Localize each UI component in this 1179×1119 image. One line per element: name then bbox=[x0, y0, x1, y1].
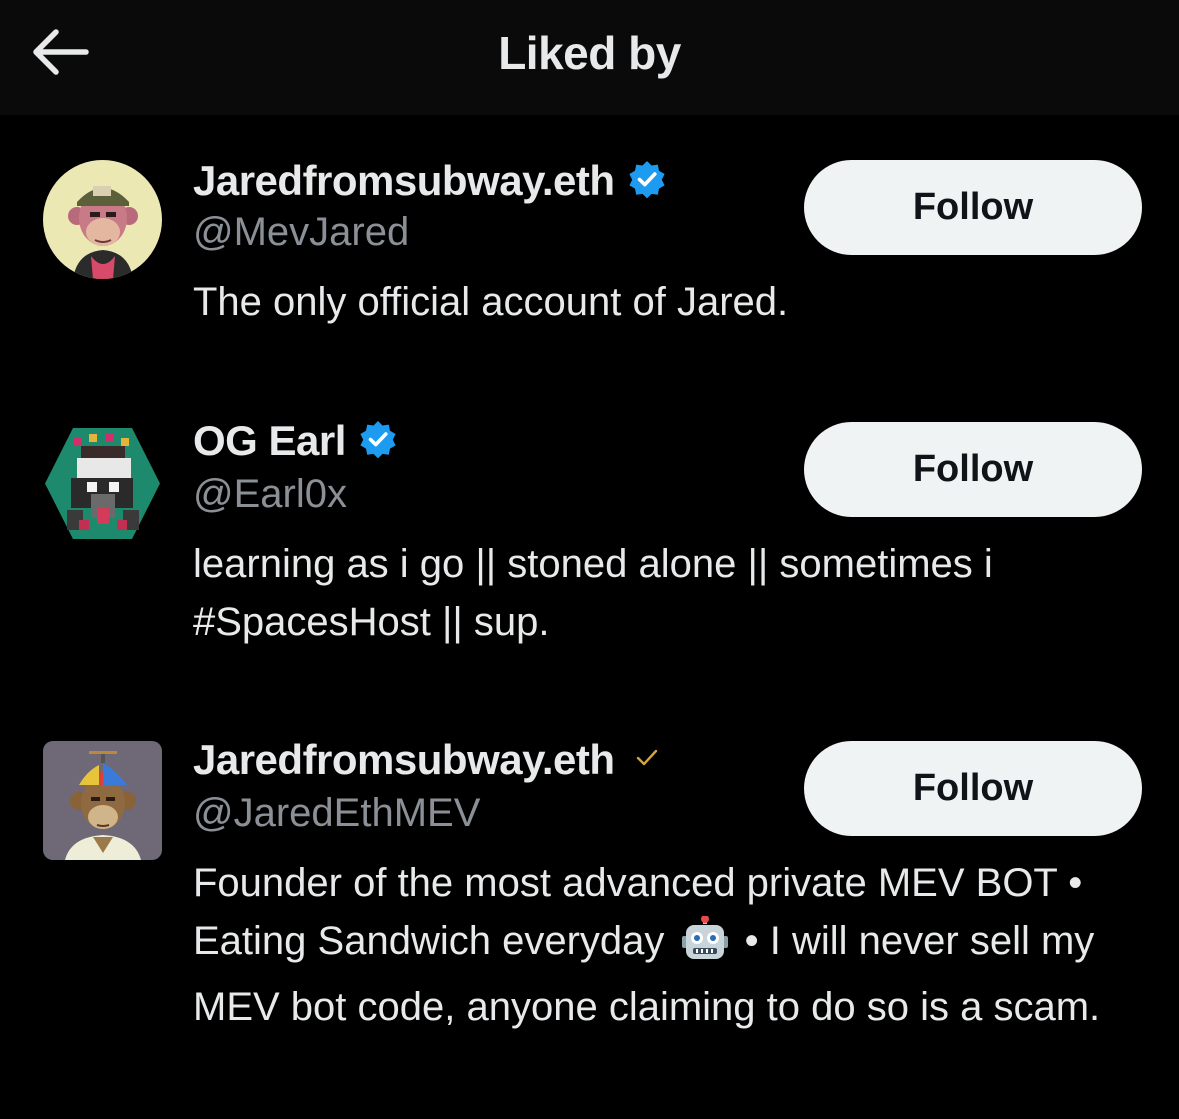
display-name[interactable]: Jaredfromsubway.eth bbox=[193, 736, 615, 784]
display-name-row: Jaredfromsubway.eth bbox=[193, 734, 661, 786]
top-bar: Liked by bbox=[0, 0, 1179, 115]
user-bio: learning as i go || stoned alone || some… bbox=[193, 535, 1113, 651]
verified-blue-icon[interactable] bbox=[358, 419, 398, 464]
follow-button[interactable]: Follow bbox=[804, 741, 1142, 836]
user-handle: @MevJared bbox=[193, 210, 410, 254]
bio-line: learning as i go || stoned alone || some… bbox=[193, 542, 993, 586]
page-title: Liked by bbox=[498, 27, 681, 79]
follow-button[interactable]: Follow bbox=[804, 160, 1142, 255]
robot-face-icon bbox=[680, 915, 730, 978]
display-name[interactable]: Jaredfromsubway.eth bbox=[193, 157, 615, 205]
verified-blue-icon[interactable] bbox=[627, 159, 667, 204]
user-bio: Founder of the most advanced private MEV… bbox=[193, 854, 1103, 1036]
avatar[interactable] bbox=[43, 160, 162, 279]
user-handle: @JaredEthMEV bbox=[193, 791, 481, 835]
bio-line: #SpacesHost || sup. bbox=[193, 600, 550, 644]
avatar[interactable] bbox=[43, 741, 162, 860]
display-name[interactable]: OG Earl bbox=[193, 417, 346, 465]
display-name-row: OG Earl bbox=[193, 415, 398, 467]
avatar[interactable] bbox=[43, 424, 162, 543]
display-name-row: Jaredfromsubway.eth bbox=[193, 155, 667, 207]
follow-button[interactable]: Follow bbox=[804, 422, 1142, 517]
checkmark-gold-icon[interactable] bbox=[633, 744, 661, 777]
user-bio: The only official account of Jared. bbox=[193, 280, 789, 324]
user-handle: @Earl0x bbox=[193, 472, 347, 516]
